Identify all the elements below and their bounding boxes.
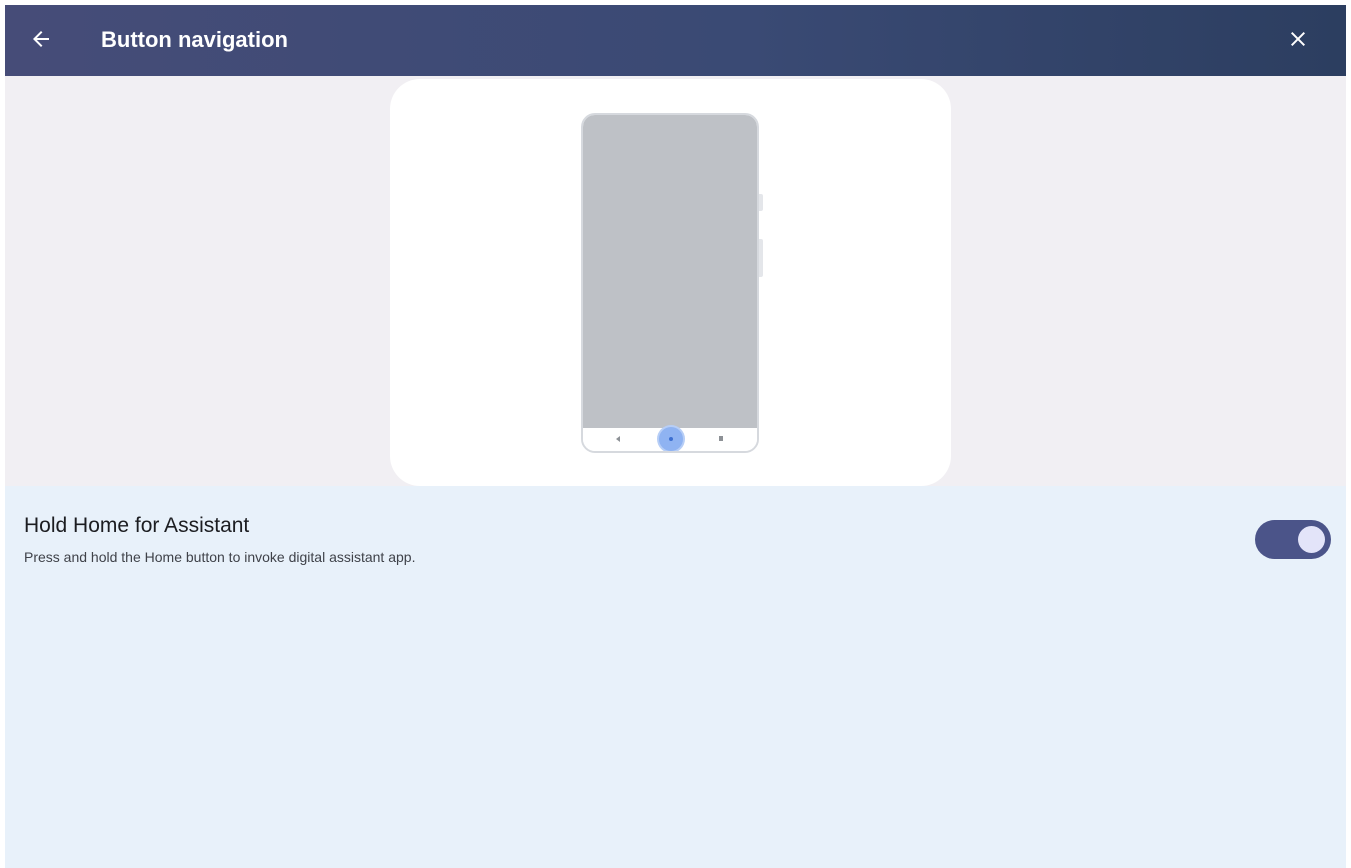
nav-recents-icon: [719, 436, 723, 441]
arrow-back-icon: [33, 31, 49, 47]
app-bar: Button navigation: [5, 5, 1346, 76]
phone-side-button: [759, 194, 763, 211]
illustration-area: [5, 76, 1346, 486]
phone-volume-button: [759, 239, 763, 277]
back-button[interactable]: [23, 21, 59, 57]
nav-home-icon: [659, 427, 683, 451]
phone-screen: [583, 115, 757, 428]
illustration-card: [390, 79, 951, 486]
close-button[interactable]: [1280, 21, 1316, 57]
phone-navbar: [583, 427, 757, 451]
nav-home-dot: [669, 437, 673, 441]
hold-home-assistant-toggle[interactable]: [1255, 520, 1331, 559]
page-title: Button navigation: [101, 27, 288, 52]
setting-summary: Press and hold the Home button to invoke…: [24, 549, 416, 565]
setting-title: Hold Home for Assistant: [24, 514, 250, 537]
close-icon: [1291, 32, 1305, 46]
phone-illustration: [581, 113, 759, 453]
toggle-thumb: [1298, 526, 1325, 553]
settings-screen: Button navigation Hold Home for Assistan…: [5, 5, 1346, 868]
hold-home-assistant-setting[interactable]: Hold Home for Assistant Press and hold t…: [5, 502, 1346, 582]
nav-back-icon: [616, 436, 620, 442]
